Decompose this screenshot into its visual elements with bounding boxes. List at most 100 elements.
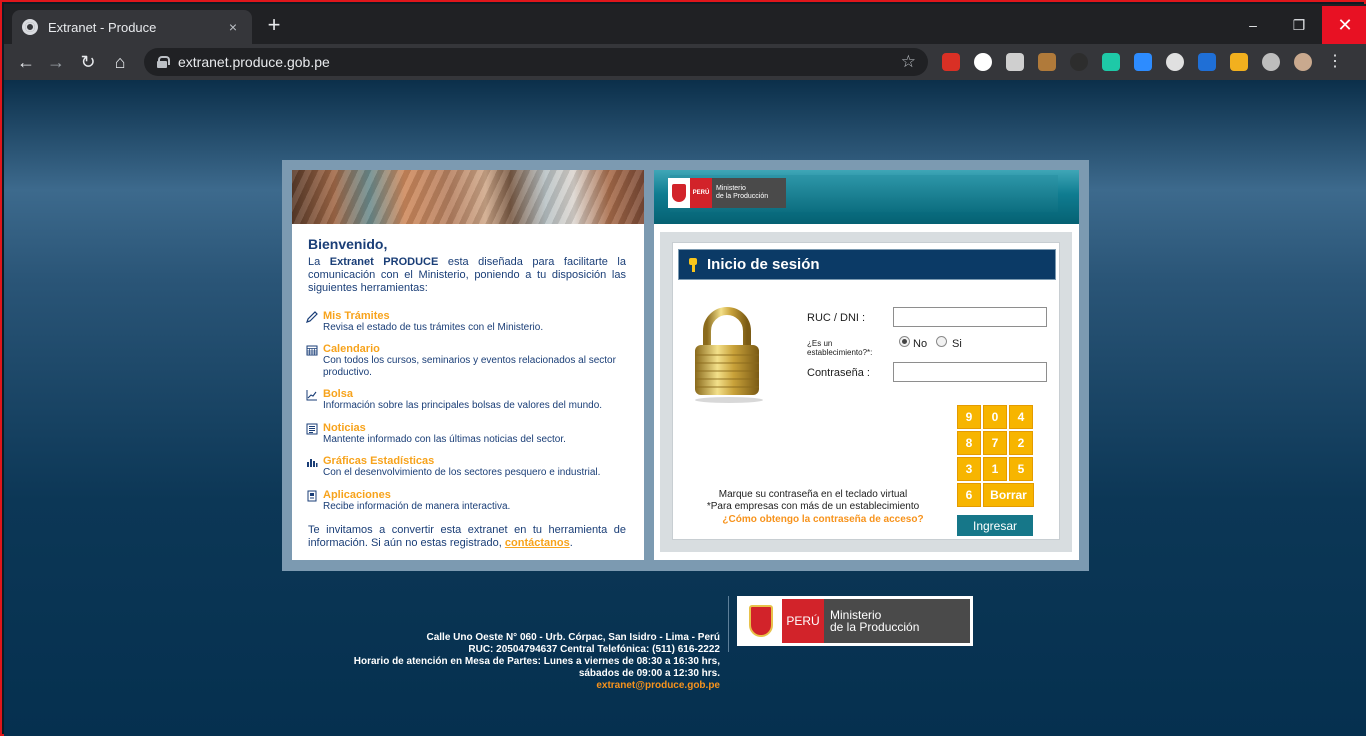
login-frame: Inicio de sesión RUC / DNI: ¿Es un esta…	[660, 232, 1072, 552]
keypad-note: Marque su contraseña en el teclado virtu…	[718, 489, 908, 500]
coat-of-arms-icon	[668, 178, 690, 208]
keypad-key[interactable]: 6	[957, 483, 981, 507]
radio-si-label: Si	[952, 338, 962, 350]
zoom-icon[interactable]	[1134, 53, 1152, 71]
footer-hours-sat: sábados de 09:00 a 12:30 hrs.	[578, 668, 720, 679]
address-bar[interactable]: extranet.produce.gob.pe ☆	[144, 48, 928, 76]
tab-extranet[interactable]: Extranet - Produce ×	[12, 10, 252, 44]
establishment-note: *Para empresas con más de un establecimi…	[706, 501, 920, 512]
keypad-key[interactable]: 4	[1009, 405, 1033, 429]
globe-icon	[22, 19, 38, 35]
logo-ministry: Ministerio de la Producción	[716, 185, 769, 200]
info-panel: Bienvenido, La Extranet PRODUCE esta dis…	[292, 170, 644, 560]
restore-button[interactable]: ❐	[1276, 6, 1322, 44]
tab-strip: Extranet - Produce × + – ❐ ✕	[4, 4, 1366, 44]
keypad-key[interactable]: 1	[983, 457, 1007, 481]
login-title: Inicio de sesión	[707, 256, 820, 273]
tab-title: Extranet - Produce	[48, 19, 157, 35]
key-icon	[687, 257, 699, 272]
keypad-clear-button[interactable]: Borrar	[983, 483, 1034, 507]
ghost-icon[interactable]	[974, 53, 992, 71]
calendar-icon	[306, 345, 318, 356]
logo-peru: PERÚ	[690, 178, 712, 208]
password-input[interactable]	[893, 362, 1047, 382]
chat-icon[interactable]	[1166, 53, 1184, 71]
browser-window: Extranet - Produce × + – ❐ ✕ ← → ↻ ⌂ ext…	[0, 0, 1366, 736]
x-icon[interactable]	[1070, 53, 1088, 71]
login-header: PERÚ Ministerio de la Producción	[654, 170, 1079, 224]
tool-desc: Con todos los cursos, seminarios y event…	[323, 355, 616, 378]
home-icon[interactable]: ⌂	[108, 50, 132, 74]
keypad-key[interactable]: 3	[957, 457, 981, 481]
ruc-input[interactable]	[893, 307, 1047, 327]
intro-brand: Extranet PRODUCE	[329, 256, 439, 268]
tool-title[interactable]: Noticias	[323, 422, 366, 434]
coat-of-arms-icon	[740, 599, 782, 643]
footer-email-link[interactable]: extranet@produce.gob.pe	[334, 680, 720, 692]
contact-link[interactable]: contáctanos	[505, 537, 570, 549]
welcome-heading: Bienvenido,	[308, 236, 388, 252]
keypad-key[interactable]: 0	[983, 405, 1007, 429]
profile-avatar[interactable]	[1294, 53, 1312, 71]
footer-address: Calle Uno Oeste N° 060 - Urb. Córpac, Sa…	[426, 632, 720, 643]
url-text[interactable]: extranet.produce.gob.pe	[178, 54, 901, 70]
footer-ruc: RUC: 20504794637 Central Telefónica: (51…	[468, 644, 720, 655]
bookmark-star-icon[interactable]: ☆	[901, 52, 916, 72]
tool-title[interactable]: Mis Trámites	[323, 310, 390, 322]
minimize-button[interactable]: –	[1230, 6, 1276, 44]
tool-desc: Mantente informado con las últimas notic…	[323, 434, 566, 445]
footer-logo-ministry: Ministerio de la Producción	[824, 599, 970, 643]
b-icon[interactable]	[1262, 53, 1280, 71]
radio-si[interactable]	[936, 336, 947, 347]
menu-icon[interactable]: ⋮	[1326, 53, 1344, 71]
keypad-key[interactable]: 9	[957, 405, 981, 429]
close-window-button[interactable]: ✕	[1322, 6, 1366, 44]
new-tab-button[interactable]: +	[262, 14, 286, 36]
password-label: Contraseña :	[807, 367, 870, 379]
keypad-key[interactable]: 2	[1009, 431, 1033, 455]
login-title-bar: Inicio de sesión	[678, 249, 1056, 280]
radio-no[interactable]	[899, 336, 910, 347]
bar-chart-icon	[307, 459, 318, 467]
cookie-icon[interactable]	[1038, 53, 1056, 71]
keypad-key[interactable]: 7	[983, 431, 1007, 455]
password-help-link[interactable]: ¿Cómo obtengo la contraseña de acceso?	[713, 514, 933, 525]
invite-text: Te invitamos a convertir esta extranet e…	[308, 524, 626, 549]
browser-toolbar: ← → ↻ ⌂ extranet.produce.gob.pe ☆ ⋮	[4, 44, 1366, 80]
radio-no-label: No	[913, 338, 928, 350]
back-icon[interactable]: ←	[14, 50, 38, 74]
footer-info: Calle Uno Oeste N° 060 - Urb. Córpac, Sa…	[334, 632, 720, 692]
footer-logo-peru: PERÚ	[782, 599, 824, 643]
ui-icon[interactable]	[1198, 53, 1216, 71]
circle-icon[interactable]	[1006, 53, 1024, 71]
pencil-icon	[306, 311, 318, 323]
banner-photo	[292, 170, 644, 224]
tab-close-icon[interactable]: ×	[224, 19, 242, 35]
ministry-logo: PERÚ Ministerio de la Producción	[668, 178, 786, 208]
footer-divider	[728, 596, 729, 652]
login-panel: PERÚ Ministerio de la Producción Inicio d…	[654, 170, 1079, 560]
keypad-key[interactable]: 5	[1009, 457, 1033, 481]
trend-icon	[306, 390, 317, 401]
chart-icon[interactable]	[1230, 53, 1248, 71]
tool-title[interactable]: Aplicaciones	[323, 489, 391, 501]
keypad-key[interactable]: 8	[957, 431, 981, 455]
newspaper-icon	[306, 423, 318, 435]
tool-desc: Recibe información de manera interactiva…	[323, 501, 511, 512]
ingresar-button[interactable]: Ingresar	[957, 515, 1033, 536]
reload-icon[interactable]: ↻	[76, 50, 100, 74]
footer-ministry-logo: PERÚ Ministerio de la Producción	[737, 596, 973, 646]
forward-icon[interactable]: →	[44, 50, 68, 74]
tool-title[interactable]: Bolsa	[323, 388, 353, 400]
tool-desc: Revisa el estado de tus trámites con el …	[323, 322, 544, 333]
lock-icon	[156, 56, 170, 68]
main-container: Bienvenido, La Extranet PRODUCE esta dis…	[282, 160, 1089, 571]
footer-hours: Horario de atención en Mesa de Partes: L…	[353, 656, 720, 667]
login-card: Inicio de sesión RUC / DNI: ¿Es un esta…	[672, 242, 1060, 540]
tool-desc: Con el desenvolvimiento de los sectores …	[323, 467, 601, 478]
adblock-icon[interactable]	[942, 53, 960, 71]
tool-title[interactable]: Calendario	[323, 343, 380, 355]
tool-title[interactable]: Gráficas Estadísticas	[323, 455, 434, 467]
establishment-label: ¿Es un establecimiento?*:	[807, 339, 873, 357]
teal-dot-icon[interactable]	[1102, 53, 1120, 71]
